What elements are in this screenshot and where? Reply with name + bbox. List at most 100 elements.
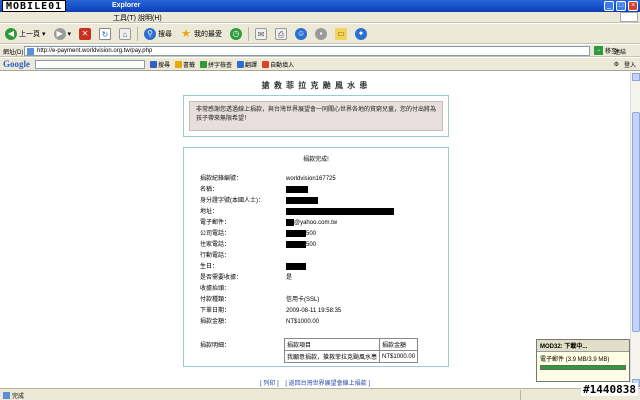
back-button[interactable]: ◀ 上一頁 ▾ [3,26,48,42]
edit-icon: ▪ [315,27,328,40]
google-login-label: 登入 [623,62,636,69]
redaction-block [286,207,394,215]
table-cell: 我願意捐款，搶救菲拉克颱風水患 [283,350,381,363]
printer-icon: ⎙ [275,27,288,40]
minimize-button[interactable]: _ [604,1,614,11]
google-search-label: 搜尋 [158,62,171,69]
bookmark-star-icon [175,60,183,68]
google-login-button[interactable]: 登入 [624,60,636,69]
scroll-up-button[interactable] [632,73,640,81]
field-name: 名稱： [200,184,308,193]
translate-icon [237,60,245,68]
spell-check-button[interactable]: 拼字檢查 [200,60,232,69]
donation-complete-heading: 捐款完成! [303,157,329,163]
status-text: 完成 [12,394,25,400]
donation-detail-table: 捐款項目 捐款金額 我願意捐款，搶救菲拉克颱風水患 NT$1000.00 [283,338,419,363]
field-office-phone: 公司電話： 500 [200,229,317,237]
close-button[interactable]: × [628,1,638,11]
table-header-row: 捐款項目 捐款金額 [283,338,419,351]
address-label: 網址(D) [3,50,24,56]
page-done-icon [3,392,10,399]
title-bar: MOBILE01 Explorer _ □ × [0,0,640,12]
window-controls: _ □ × [604,1,638,11]
chevron-down-icon: ▾ [42,30,46,38]
spell-check-label: 拼字檢查 [208,62,233,69]
chevron-down-icon: ▾ [67,30,72,38]
print-button[interactable]: ⎙ [273,26,289,42]
menu-tools[interactable]: 工具(T) [113,13,136,23]
site-logo: MOBILE01 [2,0,67,12]
status-bar: 完成 [0,388,640,400]
search-label: 搜尋 [158,30,173,38]
google-bookmarks-button[interactable]: 書籤 [175,60,195,69]
spell-check-icon [200,60,208,68]
notes-icon: ▭ [335,27,348,40]
field-record-id: 捐款紀錄編號： worldvision167725 [200,176,336,182]
toolbar-divider [248,26,250,41]
table-row: 我願意捐款，搶救菲拉克颱風水患 NT$1000.00 [283,350,419,363]
refresh-button[interactable]: ↻ [97,26,113,42]
field-receipt-title: 收據抬頭： [200,286,231,292]
redaction-block [286,196,318,204]
back-to-donation-link[interactable]: [ 返回台灣世界展望會線上捐款 ] [285,381,370,387]
refresh-icon: ↻ [99,27,112,40]
maximize-button[interactable]: □ [616,1,626,11]
window-title: Explorer [112,2,141,9]
progress-fill [541,366,625,369]
print-link[interactable]: [ 列印 ] [260,381,279,387]
page-title: 搶 救 菲 拉 克 颱 風 水 患 [261,81,369,90]
autofill-button[interactable]: 自動填入 [262,60,294,69]
donation-result-panel: 捐款完成! 捐款紀錄編號： worldvision167725 名稱： 身分證字號… [183,147,449,367]
field-address: 地址： [200,206,394,215]
windows-logo-icon [620,12,638,22]
download-notification[interactable]: MOD32: 下載中... 電子郵件 (3.9 MB/3.9 MB) [536,339,630,382]
autofill-icon [262,60,270,68]
messenger-icon: ☺ [295,27,308,40]
mail-button[interactable]: ✉ [253,26,269,42]
google-search-input[interactable] [35,59,145,69]
stop-icon: ✕ [79,27,92,40]
table-header: 捐款項目 [283,338,381,351]
redaction-block [286,240,306,248]
field-id-number: 身分證字號(本國人士)： [200,195,318,204]
star-icon: ★ [181,27,191,40]
research-button[interactable]: ✦ [353,26,369,42]
go-arrow-icon: → [594,46,603,55]
vertical-scrollbar[interactable] [630,72,640,388]
table-cell: NT$1000.00 [379,350,419,363]
back-arrow-icon: ◀ [5,27,17,40]
menu-bar: 工具(T) 說明(H) [0,12,640,23]
status-divider [520,390,521,400]
google-search-icon [150,60,157,68]
redaction-block [286,185,308,193]
edit-button[interactable]: ▪ [313,26,329,42]
field-order-date: 下單日期： 2009-08-11 19:58:35 [200,308,342,314]
field-email: 電子郵件： @yahoo.com.tw [200,218,338,226]
google-settings-button[interactable]: ⚙ [614,60,619,69]
address-url: http://e-payment.worldvision.org.tw/pay.… [37,48,153,54]
home-button[interactable]: ⌂ [117,26,133,42]
favorites-button[interactable]: ★ 我的最愛 [178,26,224,42]
watermark: #1440838 [581,383,638,396]
address-input[interactable]: http://e-payment.worldvision.org.tw/pay.… [24,46,590,56]
address-bar: 網址(D) http://e-payment.worldvision.org.t… [0,45,640,57]
links-button[interactable]: 連結 [614,47,626,56]
favorites-label: 我的最愛 [194,30,223,38]
field-birthday: 生日： [200,261,306,270]
toolbar-divider [137,26,139,41]
search-button[interactable]: ⚲ 搜尋 [142,26,174,42]
google-toolbar: Google 搜尋 書籤 拼字檢查 翻譯 自動填入 ⚙ 登入 [0,58,640,71]
notes-button[interactable]: ▭ [333,26,349,42]
google-search-button[interactable]: 搜尋 [150,60,170,69]
translate-button[interactable]: 翻譯 [237,60,257,69]
menu-help[interactable]: 說明(H) [138,13,162,23]
home-icon: ⌂ [119,27,132,40]
google-bookmarks-label: 書籤 [183,62,196,69]
stop-button[interactable]: ✕ [77,26,93,42]
thank-you-message: 非常感謝您透過線上捐款，與台灣世界展望會一同關心世界各地的貧窮兒童，您的付出將為… [189,101,443,131]
history-button[interactable]: ◷ [228,26,244,42]
scroll-thumb[interactable] [632,112,640,332]
field-payment-type: 付款種類： 信用卡(SSL) [200,297,320,303]
forward-button[interactable]: ▶ ▾ [52,26,74,42]
messenger-button[interactable]: ☺ [293,26,309,42]
